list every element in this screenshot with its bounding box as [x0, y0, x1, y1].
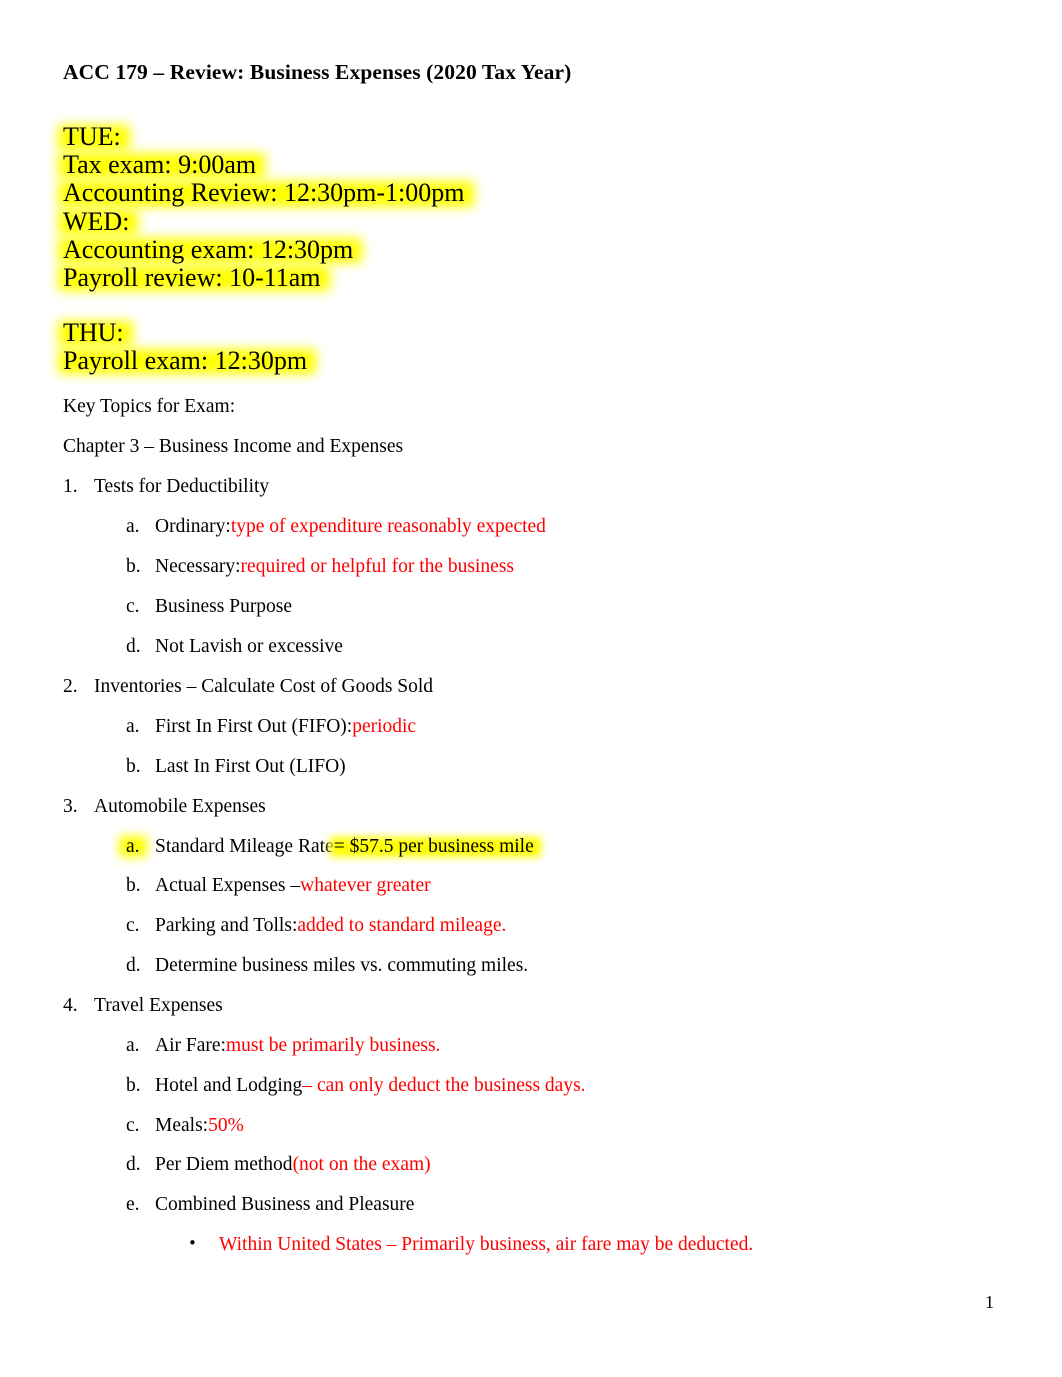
list-item-text: Parking and Tolls: [155, 915, 298, 936]
list-item: 2. Inventories – Calculate Cost of Goods… [63, 676, 433, 698]
list-item-text: Business Purpose [155, 596, 293, 617]
schedule-line: Accounting Review: 12:30pm-1:00pm [63, 178, 465, 208]
document-page: ACC 179 – Review: Business Expenses (202… [0, 0, 1062, 1377]
list-item: b. Hotel and Lodging – can only deduct t… [126, 1075, 586, 1097]
list-item-annotation: (not on the exam) [292, 1154, 431, 1175]
list-item: 4. Travel Expenses [63, 995, 223, 1017]
list-item-text: Tests for Deductibility [94, 476, 270, 497]
schedule-block-tue-wed: TUE: Tax exam: 9:00am Accounting Review:… [63, 122, 465, 293]
list-item-annotation: added to standard mileage. [297, 915, 507, 936]
list-item-annotation: periodic [352, 716, 417, 737]
list-item-text: Automobile Expenses [94, 796, 266, 817]
schedule-line: TUE: [63, 122, 121, 151]
list-marker: b. [126, 1075, 141, 1096]
schedule-line: Accounting exam: 12:30pm [63, 234, 354, 264]
list-item-text: Travel Expenses [94, 995, 223, 1016]
list-item-annotation: whatever greater [300, 875, 431, 896]
list-item-text: Standard Mileage Rate [155, 836, 334, 857]
list-marker: a. [126, 716, 140, 737]
list-item-text: Per Diem method [155, 1154, 293, 1175]
list-item-highlighted: a. Standard Mileage Rate = $57.5 per bus… [126, 836, 534, 858]
schedule-line: Payroll review: 10-11am [63, 263, 321, 293]
list-item-annotation: 50% [208, 1115, 244, 1136]
list-item: a. Ordinary: type of expenditure reasona… [126, 516, 546, 538]
list-item: e. Combined Business and Pleasure [126, 1194, 414, 1216]
schedule-line: Payroll exam: 12:30pm [63, 346, 308, 376]
list-marker: d. [126, 955, 141, 976]
list-item-text: Air Fare: [155, 1035, 226, 1056]
list-item-text: Ordinary: [155, 516, 231, 537]
list-item: c. Meals: 50% [126, 1115, 244, 1137]
list-marker: d. [126, 1154, 141, 1175]
list-marker: 1. [63, 476, 78, 497]
list-item: c. Business Purpose [126, 596, 292, 618]
list-item: b. Last In First Out (LIFO) [126, 756, 346, 778]
schedule-line: WED: [63, 206, 130, 236]
bullet-icon: • [188, 1234, 197, 1252]
list-item: d. Determine business miles vs. commutin… [126, 955, 528, 977]
list-item-text: Necessary: [155, 556, 241, 577]
list-marker: b. [126, 756, 141, 777]
list-item: a. First In First Out (FIFO): periodic [126, 716, 416, 738]
list-marker: c. [126, 596, 140, 617]
highlighted-mileage-rate: = $57.5 per business mile [333, 836, 534, 857]
list-marker: c. [126, 1115, 140, 1136]
list-item-annotation: required or helpful for the business [240, 556, 515, 577]
list-marker: 4. [63, 995, 78, 1016]
list-item: 3. Automobile Expenses [63, 796, 266, 818]
list-item-text: Inventories – Calculate Cost of Goods So… [94, 676, 434, 697]
list-marker: c. [126, 915, 140, 936]
list-item: b. Necessary: required or helpful for th… [126, 556, 514, 578]
key-topics-heading: Key Topics for Exam: [63, 396, 236, 417]
page-number: 1 [985, 1292, 994, 1312]
list-item: d. Not Lavish or excessive [126, 636, 343, 658]
list-marker: a. [126, 1035, 140, 1056]
list-item-text: Not Lavish or excessive [155, 636, 343, 657]
list-item: a. Air Fare: must be primarily business. [126, 1035, 440, 1057]
list-marker: 2. [63, 676, 78, 697]
list-item: b. Actual Expenses – whatever greater [126, 875, 431, 897]
list-item-annotation: – can only deduct the business days. [302, 1075, 586, 1096]
list-marker: b. [126, 875, 141, 896]
list-item-text: Hotel and Lodging [155, 1075, 303, 1096]
list-marker: b. [126, 556, 141, 577]
list-item-text: Determine business miles vs. commuting m… [155, 955, 529, 976]
list-item-annotation: Within United States – Primarily busines… [219, 1234, 754, 1255]
list-item-text: Actual Expenses – [155, 875, 301, 896]
schedule-block-thu: THU: Payroll exam: 12:30pm [63, 318, 308, 376]
list-item-text: Meals: [155, 1115, 209, 1136]
list-item-text: Last In First Out (LIFO) [155, 756, 346, 777]
list-marker: a. [126, 516, 140, 537]
list-item: d. Per Diem method (not on the exam) [126, 1154, 431, 1176]
list-item-text: Combined Business and Pleasure [155, 1194, 415, 1215]
chapter-heading: Chapter 3 – Business Income and Expenses [63, 436, 404, 457]
list-item: • Within United States – Primarily busin… [188, 1234, 753, 1256]
schedule-line: Tax exam: 9:00am [63, 150, 257, 180]
list-marker: e. [126, 1194, 140, 1215]
list-marker: d. [126, 636, 141, 657]
list-item: 1. Tests for Deductibility [63, 476, 269, 498]
list-item: c. Parking and Tolls: added to standard … [126, 915, 506, 937]
list-marker: 3. [63, 796, 78, 817]
list-item-text: First In First Out (FIFO): [155, 716, 353, 737]
page-title: ACC 179 – Review: Business Expenses (202… [63, 60, 572, 84]
list-item-annotation: must be primarily business. [225, 1035, 441, 1056]
schedule-line: THU: [63, 318, 124, 347]
list-item-annotation: type of expenditure reasonably expected [230, 516, 546, 537]
list-marker: a. [126, 836, 140, 857]
